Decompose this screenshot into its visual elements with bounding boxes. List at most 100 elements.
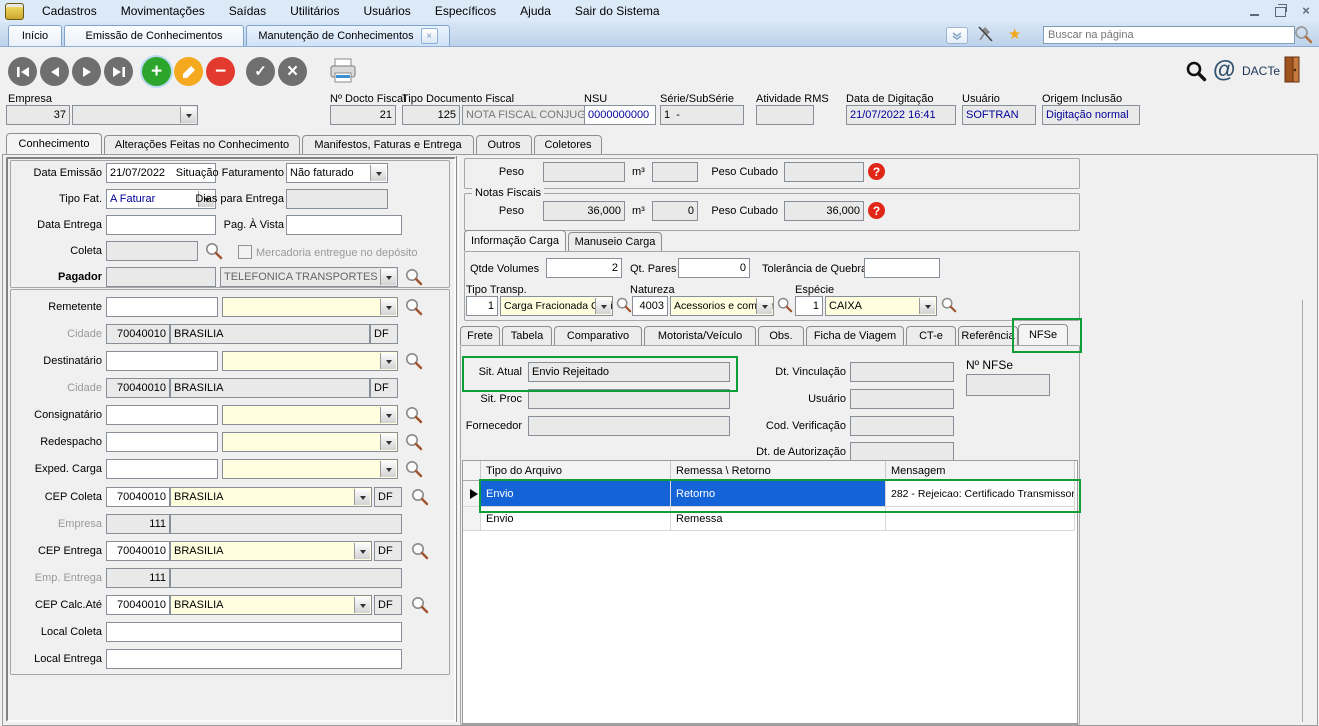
tab-manuseio-carga[interactable]: Manuseio Carga bbox=[568, 232, 662, 251]
exit-door-icon[interactable] bbox=[1284, 56, 1300, 83]
redespacho-code-field[interactable] bbox=[106, 432, 218, 452]
cep-calc-cep[interactable]: 70040010 bbox=[106, 595, 170, 615]
table-row[interactable]: Retorno bbox=[671, 481, 886, 507]
find-on-page-input[interactable] bbox=[1043, 26, 1295, 44]
tab-cte[interactable]: CT-e bbox=[906, 326, 956, 345]
col-tipo-arquivo[interactable]: Tipo do Arquivo bbox=[481, 461, 671, 481]
destinatario-select[interactable] bbox=[222, 351, 398, 371]
tipo-transp-code[interactable]: 1 bbox=[466, 296, 498, 316]
tab-emissao-conhecimentos[interactable]: Emissão de Conhecimentos bbox=[64, 25, 244, 46]
exped-carga-code-field[interactable] bbox=[106, 459, 218, 479]
confirm-button[interactable]: ✓ bbox=[246, 57, 275, 86]
cep-entrega-cidade-select[interactable]: BRASILIA bbox=[170, 541, 372, 561]
menu-usuarios[interactable]: Usuários bbox=[351, 4, 422, 18]
table-row[interactable]: Envio bbox=[481, 481, 671, 507]
tolerancia-field[interactable] bbox=[864, 258, 940, 278]
tab-referencia[interactable]: Referência bbox=[958, 326, 1018, 345]
table-row[interactable] bbox=[886, 507, 1075, 531]
coleta-search-icon[interactable] bbox=[204, 241, 224, 261]
tab-ficha-viagem[interactable]: Ficha de Viagem bbox=[806, 326, 904, 345]
natureza-code[interactable]: 4003 bbox=[632, 296, 668, 316]
chevron-down-icon[interactable] bbox=[595, 298, 611, 314]
col-remessa-retorno[interactable]: Remessa \ Retorno bbox=[671, 461, 886, 481]
tab-manutencao-conhecimentos[interactable]: Manutenção de Conhecimentos × bbox=[246, 25, 450, 46]
cep-entrega-search-icon[interactable] bbox=[410, 541, 430, 561]
tab-obs[interactable]: Obs. bbox=[758, 326, 804, 345]
cep-coleta-cep[interactable]: 70040010 bbox=[106, 487, 170, 507]
nav-first-icon[interactable] bbox=[8, 57, 37, 86]
cep-entrega-cep[interactable]: 70040010 bbox=[106, 541, 170, 561]
consignatario-search-icon[interactable] bbox=[404, 405, 424, 425]
chevron-down-icon[interactable] bbox=[370, 165, 386, 181]
menu-ajuda[interactable]: Ajuda bbox=[508, 4, 563, 18]
chevron-down-icon[interactable] bbox=[354, 597, 370, 613]
destinatario-search-icon[interactable] bbox=[404, 351, 424, 371]
tipo-transp-select[interactable]: Carga Fracionada Cheia bbox=[500, 296, 613, 316]
natureza-search-icon[interactable] bbox=[776, 296, 796, 316]
exped-carga-search-icon[interactable] bbox=[404, 459, 424, 479]
nav-previous-icon[interactable] bbox=[40, 57, 69, 86]
nav-last-icon[interactable] bbox=[104, 57, 133, 86]
menu-cadastros[interactable]: Cadastros bbox=[30, 4, 109, 18]
chevron-down-icon[interactable] bbox=[756, 298, 772, 314]
cep-calc-search-icon[interactable] bbox=[410, 595, 430, 615]
qt-pares-field[interactable]: 0 bbox=[678, 258, 750, 278]
pagador-select[interactable]: TELEFONICA TRANSPORTES E I bbox=[220, 267, 398, 287]
tab-motorista-veiculo[interactable]: Motorista/Veículo bbox=[644, 326, 756, 345]
tab-outros[interactable]: Outros bbox=[476, 135, 532, 154]
especie-search-icon[interactable] bbox=[940, 296, 960, 316]
table-row[interactable]: Envio bbox=[481, 507, 671, 531]
remetente-search-icon[interactable] bbox=[404, 297, 424, 317]
tab-inicio[interactable]: Início bbox=[8, 25, 62, 46]
chevron-down-icon[interactable] bbox=[919, 298, 935, 314]
natureza-select[interactable]: Acessorios e componen bbox=[670, 296, 774, 316]
close-button[interactable]: × bbox=[1297, 3, 1315, 18]
chevron-down-icon[interactable] bbox=[380, 407, 396, 423]
menu-sair[interactable]: Sair do Sistema bbox=[563, 4, 672, 18]
chevron-down-icon[interactable] bbox=[380, 353, 396, 369]
consignatario-select[interactable] bbox=[222, 405, 398, 425]
tab-frete[interactable]: Frete bbox=[460, 326, 500, 345]
edit-record-button[interactable] bbox=[174, 57, 203, 86]
help-icon[interactable]: ? bbox=[868, 202, 885, 219]
chevron-down-icon[interactable] bbox=[354, 489, 370, 505]
cancel-button[interactable]: × bbox=[278, 57, 307, 86]
pagador-search-icon[interactable] bbox=[404, 267, 424, 287]
menu-especificos[interactable]: Específicos bbox=[423, 4, 508, 18]
delete-record-button[interactable]: − bbox=[206, 57, 235, 86]
menu-saidas[interactable]: Saídas bbox=[217, 4, 278, 18]
chevron-down-icon[interactable] bbox=[380, 461, 396, 477]
tab-alteracoes[interactable]: Alterações Feitas no Conhecimento bbox=[104, 135, 300, 154]
cep-coleta-search-icon[interactable] bbox=[410, 487, 430, 507]
tab-manifestos[interactable]: Manifestos, Faturas e Entrega bbox=[302, 135, 474, 154]
minimize-button[interactable] bbox=[1245, 3, 1263, 18]
chevron-down-icon[interactable] bbox=[946, 27, 968, 44]
redespacho-search-icon[interactable] bbox=[404, 432, 424, 452]
local-entrega-field[interactable] bbox=[106, 649, 402, 669]
destinatario-code-field[interactable] bbox=[106, 351, 218, 371]
dacte-button[interactable]: DACTe bbox=[1242, 64, 1280, 78]
cep-calc-cidade-select[interactable]: BRASILIA bbox=[170, 595, 372, 615]
tab-comparativo[interactable]: Comparativo bbox=[554, 326, 642, 345]
especie-select[interactable]: CAIXA bbox=[825, 296, 937, 316]
add-record-button[interactable]: + bbox=[142, 57, 171, 86]
mercadoria-checkbox[interactable] bbox=[238, 245, 252, 259]
local-coleta-field[interactable] bbox=[106, 622, 402, 642]
empresa-select[interactable] bbox=[72, 105, 198, 125]
col-mensagem[interactable]: Mensagem bbox=[886, 461, 1075, 481]
print-icon[interactable] bbox=[326, 57, 360, 87]
row-selector-cell[interactable] bbox=[463, 481, 481, 507]
chevron-down-icon[interactable] bbox=[380, 299, 396, 315]
consignatario-code-field[interactable] bbox=[106, 405, 218, 425]
pag-vista-field[interactable] bbox=[286, 215, 402, 235]
especie-code[interactable]: 1 bbox=[795, 296, 823, 316]
remetente-select[interactable] bbox=[222, 297, 398, 317]
tab-nfse[interactable]: NFSe bbox=[1018, 324, 1068, 345]
chevron-down-icon[interactable] bbox=[180, 107, 196, 123]
find-search-icon[interactable] bbox=[1293, 24, 1313, 47]
help-icon[interactable]: ? bbox=[868, 163, 885, 180]
tab-close-icon[interactable]: × bbox=[421, 28, 438, 44]
qtde-volumes-field[interactable]: 2 bbox=[546, 258, 622, 278]
unpin-icon[interactable] bbox=[976, 25, 996, 44]
menu-movimentacoes[interactable]: Movimentações bbox=[109, 4, 217, 18]
